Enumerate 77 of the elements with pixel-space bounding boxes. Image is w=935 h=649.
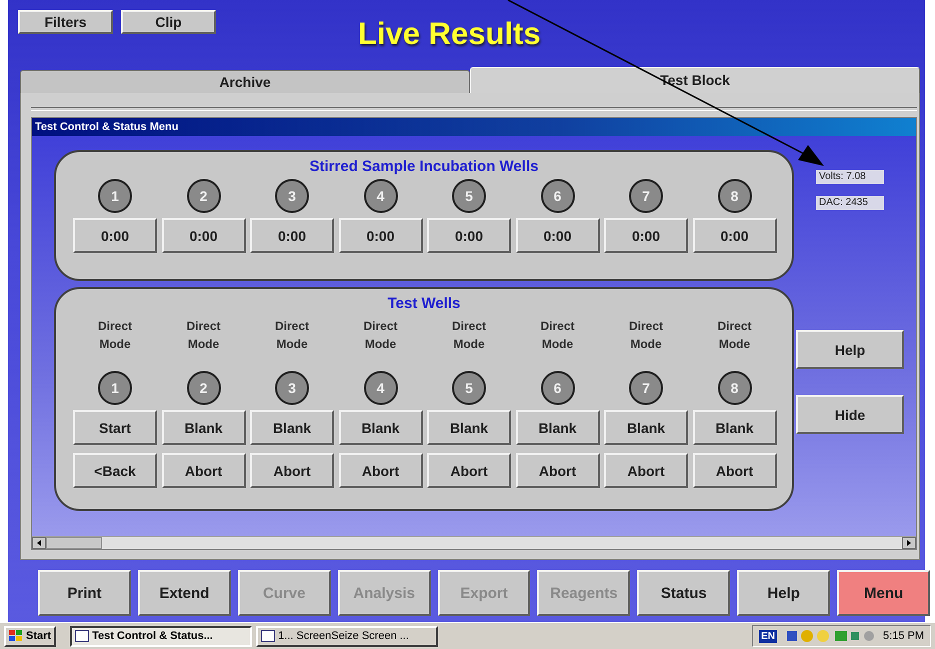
action-button[interactable]: Abort xyxy=(692,453,776,488)
action-button[interactable]: Blank xyxy=(162,410,246,445)
clock: 5:15 PM xyxy=(883,630,924,642)
mode-label: Direct Mode xyxy=(96,318,133,353)
action-button[interactable]: Blank xyxy=(516,410,600,445)
action-button[interactable]: Abort xyxy=(338,453,422,488)
toolbar-button[interactable]: Print xyxy=(38,570,131,616)
action-button[interactable]: Abort xyxy=(427,453,511,488)
toolbar-button[interactable]: Status xyxy=(637,570,730,616)
action-button[interactable]: Blank xyxy=(604,410,688,445)
toolbar-button[interactable]: Extend xyxy=(138,570,231,616)
well-number: 6 xyxy=(540,179,574,213)
action-button[interactable]: Blank xyxy=(338,410,422,445)
well-number: 5 xyxy=(452,179,486,213)
well-number: 3 xyxy=(275,179,309,213)
language-indicator[interactable]: EN xyxy=(759,630,778,642)
scroll-thumb[interactable] xyxy=(46,537,102,549)
well-number: 2 xyxy=(186,371,220,405)
action-button[interactable]: <Back xyxy=(73,453,157,488)
mode-label: Direct Mode xyxy=(185,318,222,353)
well-number: 8 xyxy=(718,371,752,405)
mode-label: Direct Mode xyxy=(450,318,487,353)
well-number: 8 xyxy=(718,179,752,213)
action-button[interactable]: Abort xyxy=(250,453,334,488)
timer-button[interactable]: 0:00 xyxy=(73,218,157,253)
action-button[interactable]: Start xyxy=(73,410,157,445)
panel-title: Stirred Sample Incubation Wells xyxy=(308,158,540,176)
mode-label: Direct Mode xyxy=(716,318,752,353)
action-button[interactable]: Blank xyxy=(250,410,334,445)
action-button[interactable]: Blank xyxy=(427,410,511,445)
readout-label: DAC: 2435 xyxy=(816,196,884,210)
mode-label: Direct Mode xyxy=(539,318,576,353)
well-number: 4 xyxy=(364,371,398,405)
well-number: 1 xyxy=(98,179,132,213)
well-number: 4 xyxy=(364,179,398,213)
tray-icons[interactable] xyxy=(785,628,876,644)
timer-button[interactable]: 0:00 xyxy=(162,218,246,253)
well-number: 5 xyxy=(452,371,486,405)
panel-title: Test Wells xyxy=(386,295,462,313)
well-number: 6 xyxy=(540,371,574,405)
side-button[interactable]: Hide xyxy=(796,395,904,434)
scroll-left-icon[interactable] xyxy=(32,537,46,549)
action-button[interactable]: Abort xyxy=(516,453,600,488)
timer-button[interactable]: 0:00 xyxy=(516,218,600,253)
well-number: 3 xyxy=(275,371,309,405)
window-icon xyxy=(261,630,276,642)
well-number: 7 xyxy=(629,371,663,405)
top-button[interactable]: Clip xyxy=(121,10,216,34)
windows-logo-icon xyxy=(9,630,23,642)
side-button[interactable]: Help xyxy=(796,330,904,369)
scroll-right-icon[interactable] xyxy=(902,537,916,549)
mode-label: Direct Mode xyxy=(628,318,664,353)
mode-label: Direct Mode xyxy=(362,318,398,353)
well-number: 2 xyxy=(186,179,220,213)
window-icon xyxy=(75,630,90,642)
timer-button[interactable]: 0:00 xyxy=(338,218,422,253)
timer-button[interactable]: 0:00 xyxy=(692,218,776,253)
start-button[interactable]: Start xyxy=(4,626,56,646)
mode-label: Direct Mode xyxy=(274,318,310,353)
well-number: 7 xyxy=(629,179,663,213)
action-button[interactable]: Blank xyxy=(692,410,776,445)
top-button[interactable]: Filters xyxy=(18,10,113,34)
taskbar-button[interactable]: 1... ScreenSeize Screen ... xyxy=(256,626,438,646)
toolbar-button[interactable]: Help xyxy=(737,570,830,616)
action-button[interactable]: Abort xyxy=(604,453,688,488)
action-button[interactable]: Abort xyxy=(162,453,246,488)
dialog-title: Test Control & Status Menu xyxy=(32,118,916,136)
horizontal-scrollbar[interactable] xyxy=(32,536,916,549)
tab[interactable]: Archive xyxy=(20,70,470,93)
toolbar-button[interactable]: Menu xyxy=(837,570,930,616)
readout-label: Volts: 7.08 xyxy=(816,170,884,184)
timer-button[interactable]: 0:00 xyxy=(427,218,511,253)
app-title: Live Results xyxy=(358,16,541,52)
timer-button[interactable]: 0:00 xyxy=(250,218,334,253)
timer-button[interactable]: 0:00 xyxy=(604,218,688,253)
well-number: 1 xyxy=(98,371,132,405)
taskbar-button[interactable]: Test Control & Status... xyxy=(70,626,252,646)
